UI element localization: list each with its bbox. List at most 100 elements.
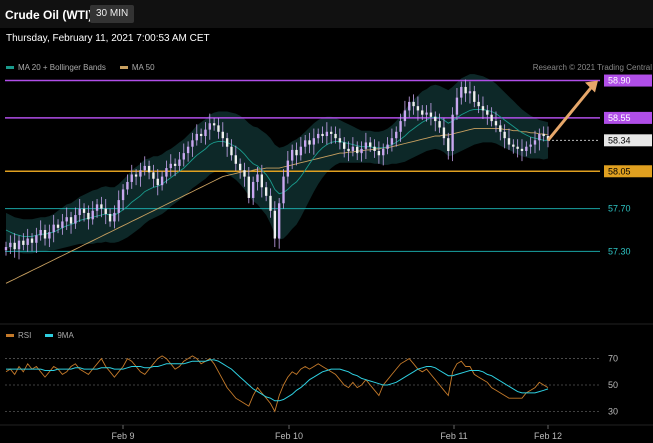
candle-body-52 [230, 146, 233, 156]
candle-body-39 [173, 163, 177, 166]
candle-body-77 [338, 138, 342, 143]
candle-body-94 [412, 101, 415, 107]
last-price-label: 58.34 [608, 135, 631, 145]
candle-body-35 [156, 178, 159, 186]
candle-body-79 [347, 148, 350, 151]
candle-body-107 [468, 91, 472, 94]
candle-body-97 [425, 112, 428, 115]
candle-body-42 [186, 146, 190, 154]
candle-body-92 [403, 110, 407, 122]
candle-body-109 [477, 101, 480, 107]
candle-body-33 [147, 165, 151, 173]
candle-body-75 [330, 131, 333, 134]
candle-body-70 [308, 140, 311, 145]
candle-body-73 [321, 133, 324, 137]
candle-body-46 [204, 129, 207, 137]
candle-body-18 [82, 208, 86, 213]
candle-body-87 [382, 148, 385, 156]
candle-body-88 [386, 144, 389, 149]
candle-body-85 [373, 146, 376, 151]
candle-body-74 [325, 131, 329, 137]
candle-body-43 [191, 140, 194, 147]
level-label-4: 57.30 [608, 246, 631, 256]
candle-body-98 [429, 112, 433, 117]
candle-body-84 [369, 142, 372, 147]
candle-body-31 [139, 170, 142, 177]
candle-body-51 [225, 138, 229, 147]
rsi-line [5, 355, 549, 413]
rsi-tick-label-0: 70 [608, 354, 618, 364]
candle-body-40 [178, 159, 181, 166]
candle-body-86 [377, 150, 381, 156]
bollinger-band [6, 74, 548, 254]
candle-body-49 [217, 125, 220, 132]
candle-body-72 [317, 133, 320, 139]
candle-body-122 [533, 140, 537, 145]
level-label-0: 58.90 [608, 76, 631, 86]
candle-body-24 [108, 213, 112, 222]
candle-body-48 [212, 123, 216, 126]
candle-body-6 [30, 238, 34, 243]
candle-body-69 [304, 140, 307, 147]
candle-body-102 [447, 138, 450, 151]
candle-body-116 [507, 138, 511, 145]
x-tick-label-1: Feb 10 [275, 431, 303, 441]
level-label-1: 58.55 [608, 113, 631, 123]
candle-body-101 [442, 127, 446, 139]
candle-body-8 [39, 229, 42, 236]
candle-body-80 [351, 146, 355, 151]
candle-body-121 [529, 144, 532, 147]
rsi-tick-label-2: 30 [608, 406, 618, 416]
candle-body-10 [48, 232, 51, 239]
candle-body-17 [78, 208, 81, 216]
candle-body-115 [503, 131, 506, 139]
candle-body-32 [143, 165, 146, 171]
candle-body-95 [416, 106, 420, 111]
candle-body-26 [117, 200, 120, 213]
candle-body-64 [282, 176, 285, 204]
9ma-line [6, 359, 549, 402]
candle-body-13 [61, 221, 64, 228]
candle-body-57 [251, 181, 255, 198]
candle-body-105 [460, 86, 463, 98]
candle-body-7 [35, 235, 38, 243]
level-label-2: 58.05 [608, 166, 631, 176]
x-tick-label-2: Feb 11 [440, 431, 467, 441]
candle-body-83 [364, 142, 368, 149]
candle-body-5 [26, 238, 29, 245]
candle-body-27 [121, 189, 125, 201]
candle-body-113 [494, 121, 498, 126]
candle-body-22 [100, 204, 103, 209]
candle-body-28 [126, 181, 129, 190]
price-chart[interactable]: 58.90 58.55 58.05 57.70 57.30 58.34 70 50 30 Feb … [0, 0, 653, 443]
target-arrow-shaft [546, 85, 594, 142]
candle-body-41 [182, 153, 185, 160]
candle-body-91 [399, 121, 402, 132]
candle-body-93 [408, 101, 411, 111]
candle-body-14 [65, 217, 68, 222]
candle-body-47 [208, 123, 211, 130]
candle-body-111 [486, 110, 489, 115]
candle-body-0 [4, 247, 8, 251]
candle-body-12 [56, 224, 60, 228]
candle-body-45 [199, 133, 203, 137]
candle-body-96 [421, 110, 424, 115]
candle-body-89 [390, 138, 394, 145]
candle-body-108 [473, 91, 476, 102]
candle-body-19 [87, 212, 90, 220]
candle-body-20 [91, 210, 94, 220]
candle-body-34 [152, 172, 155, 179]
candle-body-30 [134, 174, 138, 177]
candle-body-53 [234, 155, 237, 164]
rsi-tick-label-1: 50 [608, 380, 618, 390]
candle-body-50 [221, 131, 224, 139]
candle-body-11 [52, 224, 55, 233]
candle-body-63 [277, 203, 281, 239]
candle-body-60 [264, 187, 268, 196]
candle-body-123 [538, 133, 541, 141]
candle-body-58 [256, 174, 259, 182]
candle-body-25 [113, 212, 116, 222]
candle-body-55 [243, 170, 246, 177]
x-tick-label-0: Feb 9 [111, 431, 134, 441]
candle-body-2 [13, 242, 16, 250]
